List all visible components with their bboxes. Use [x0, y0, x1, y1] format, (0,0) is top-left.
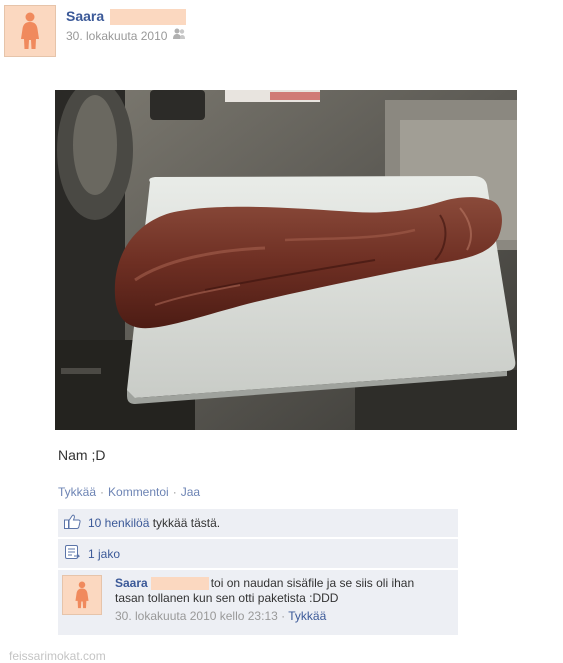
commenter-name[interactable]: Saara	[115, 576, 148, 590]
redacted-surname	[150, 577, 209, 591]
friends-icon	[172, 28, 186, 43]
shares-row: 1 jako	[58, 539, 458, 568]
comment-text-2: tasan tollanen kun sen otti paketista :D…	[115, 591, 339, 605]
action-separator: ·	[100, 485, 105, 499]
post-timestamp-row: 30. lokakuuta 2010	[66, 28, 186, 43]
likes-count-link[interactable]: 10 henkilöä	[88, 516, 149, 530]
comment-line-1: Saara toi on naudan sisäfile ja se siis o…	[115, 576, 455, 591]
post-message: Nam ;D	[58, 447, 106, 463]
share-link[interactable]: Jaa	[181, 485, 200, 499]
like-link[interactable]: Tykkää	[58, 485, 96, 499]
likes-text: 10 henkilöä tykkää tästä.	[88, 516, 221, 530]
redacted-surname	[110, 9, 187, 26]
person-silhouette-icon	[21, 12, 39, 49]
commenter-avatar[interactable]	[62, 575, 102, 615]
post-timestamp[interactable]: 30. lokakuuta 2010	[66, 29, 167, 43]
watermark: feissarimokat.com	[9, 649, 106, 663]
author-avatar[interactable]	[4, 5, 56, 57]
action-separator: ·	[172, 485, 177, 499]
comment-meta: 30. lokakuuta 2010 kello 23:13 · Tykkää	[115, 609, 327, 623]
likes-row: 10 henkilöä tykkää tästä.	[58, 509, 458, 537]
post-actions: Tykkää · Kommentoi · Jaa	[58, 485, 200, 499]
comment-item: Saara toi on naudan sisäfile ja se siis o…	[58, 570, 458, 635]
shares-link[interactable]: 1 jako	[88, 547, 120, 561]
thumbs-up-icon	[64, 514, 81, 532]
comment-body: Saara toi on naudan sisäfile ja se siis o…	[115, 576, 455, 624]
person-silhouette-icon	[75, 581, 89, 609]
comment-link[interactable]: Kommentoi	[108, 485, 169, 499]
author-name[interactable]: Saara	[66, 8, 187, 26]
post-photo[interactable]	[55, 90, 517, 430]
comment-text-1: toi on naudan sisäfile ja se siis oli ih…	[210, 576, 415, 590]
comment-like-link[interactable]: Tykkää	[288, 609, 326, 623]
comment-timestamp[interactable]: 30. lokakuuta 2010 kello 23:13	[115, 609, 278, 623]
share-icon	[65, 544, 81, 563]
